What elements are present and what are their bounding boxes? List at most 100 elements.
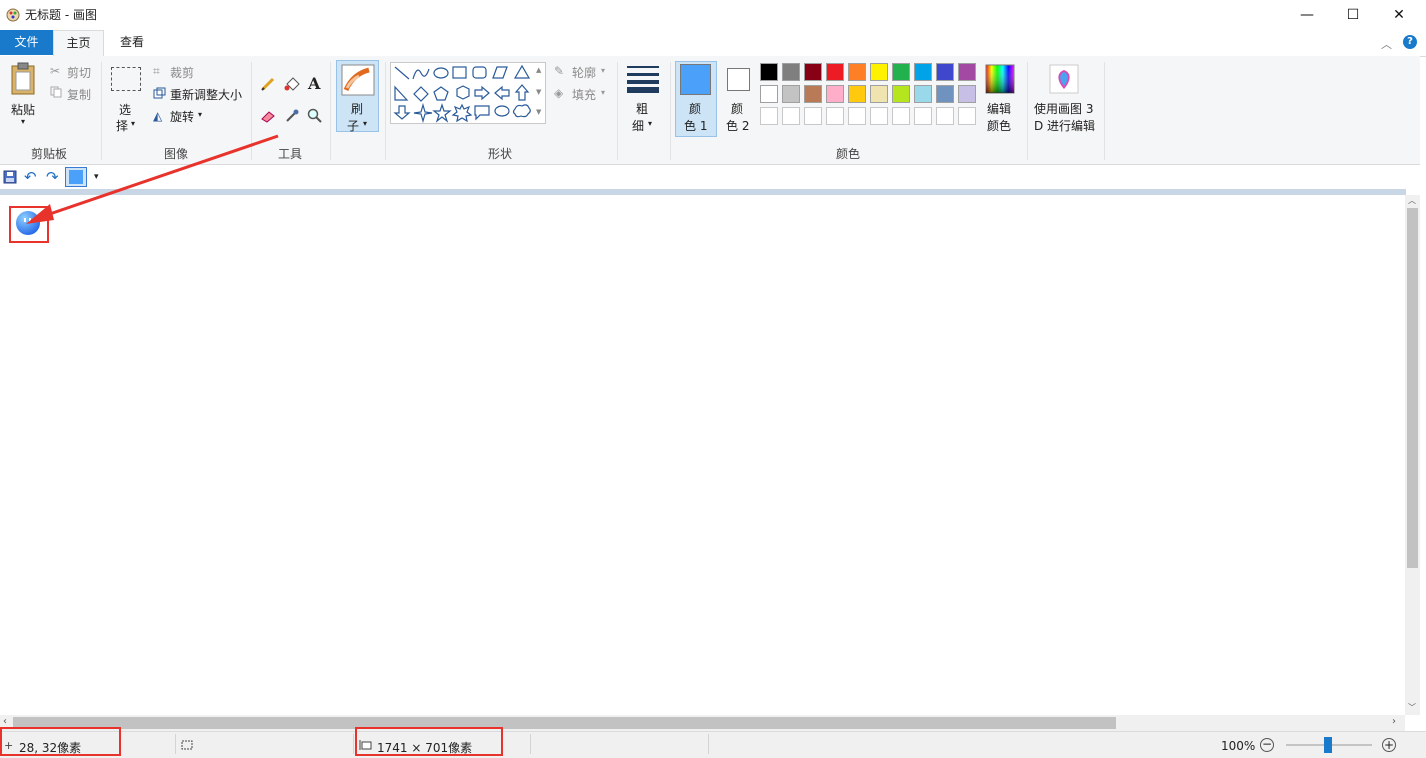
color2-label[interactable]: 颜 bbox=[731, 100, 743, 117]
palette-swatch[interactable] bbox=[848, 85, 866, 103]
paste-dropdown-icon[interactable]: ▾ bbox=[21, 117, 25, 126]
fill-button[interactable]: 填充 bbox=[572, 86, 596, 103]
color2-swatch[interactable] bbox=[727, 68, 750, 91]
palette-custom-slot[interactable] bbox=[804, 107, 822, 125]
outline-button[interactable]: 轮廓 bbox=[572, 64, 596, 81]
palette-custom-slot[interactable] bbox=[958, 107, 976, 125]
palette-swatch[interactable] bbox=[870, 63, 888, 81]
copy-button[interactable]: 复制 bbox=[67, 86, 91, 103]
scroll-up-icon[interactable]: ︿ bbox=[1408, 195, 1416, 206]
palette-custom-slot[interactable] bbox=[760, 107, 778, 125]
paint3d-button[interactable]: 使用画图 3 bbox=[1034, 100, 1093, 117]
palette-swatch[interactable] bbox=[892, 85, 910, 103]
size-dropdown-icon[interactable]: ▾ bbox=[648, 119, 652, 128]
edit-colors-button-line2[interactable]: 颜色 bbox=[987, 117, 1011, 134]
scroll-left-icon[interactable]: ‹ bbox=[3, 716, 7, 727]
palette-swatch[interactable] bbox=[936, 63, 954, 81]
horizontal-scroll-thumb[interactable] bbox=[13, 717, 1116, 729]
palette-swatch[interactable] bbox=[914, 85, 932, 103]
color1-label: 颜 bbox=[689, 102, 702, 116]
paste-icon[interactable] bbox=[8, 62, 40, 98]
paste-button[interactable]: 粘贴 bbox=[11, 101, 35, 118]
shapes-expand-icon[interactable]: ▼ bbox=[536, 108, 541, 116]
cut-button[interactable]: 剪切 bbox=[67, 64, 91, 81]
save-icon[interactable] bbox=[3, 170, 17, 184]
resize-icon bbox=[153, 87, 166, 99]
palette-swatch[interactable] bbox=[782, 85, 800, 103]
palette-swatch[interactable] bbox=[826, 63, 844, 81]
palette-swatch[interactable] bbox=[870, 85, 888, 103]
select-button[interactable]: 选 bbox=[119, 101, 131, 118]
magnifier-icon[interactable] bbox=[307, 108, 323, 124]
status-divider bbox=[353, 734, 354, 754]
outline-dropdown-icon[interactable]: ▾ bbox=[601, 66, 605, 75]
crop-button[interactable]: 裁剪 bbox=[170, 64, 194, 81]
minimize-button[interactable]: — bbox=[1284, 0, 1330, 30]
zoom-in-button[interactable]: + bbox=[1382, 738, 1396, 752]
text-tool-icon[interactable]: A bbox=[308, 74, 320, 93]
collapse-ribbon-icon[interactable]: ︿ bbox=[1381, 36, 1392, 52]
edit-colors-icon[interactable] bbox=[985, 64, 1015, 94]
drawing-canvas[interactable] bbox=[2, 195, 1404, 715]
line-size-icon[interactable] bbox=[626, 64, 660, 94]
colors-group-label: 颜色 bbox=[835, 147, 860, 161]
tab-view[interactable]: 查看 bbox=[108, 30, 156, 55]
tab-home[interactable]: 主页 bbox=[53, 30, 104, 56]
palette-swatch[interactable] bbox=[936, 85, 954, 103]
palette-swatch[interactable] bbox=[958, 85, 976, 103]
palette-swatch[interactable] bbox=[958, 63, 976, 81]
palette-swatch[interactable] bbox=[804, 85, 822, 103]
brush-label-line2: 子 bbox=[347, 119, 360, 133]
group-divider bbox=[385, 62, 386, 160]
palette-custom-slot[interactable] bbox=[826, 107, 844, 125]
edit-colors-button[interactable]: 编辑 bbox=[987, 100, 1011, 117]
close-button[interactable]: ✕ bbox=[1376, 0, 1422, 30]
palette-swatch[interactable] bbox=[914, 63, 932, 81]
zoom-slider-thumb[interactable] bbox=[1324, 737, 1332, 753]
tab-file[interactable]: 文件 bbox=[0, 30, 53, 55]
scroll-down-icon[interactable]: ﹀ bbox=[1408, 702, 1416, 713]
shapes-gallery[interactable] bbox=[390, 62, 546, 124]
palette-swatch[interactable] bbox=[892, 63, 910, 81]
palette-swatch[interactable] bbox=[760, 85, 778, 103]
vertical-scroll-thumb[interactable] bbox=[1407, 208, 1418, 568]
scroll-right-icon[interactable]: › bbox=[1392, 716, 1396, 727]
eraser-icon[interactable] bbox=[260, 109, 276, 123]
palette-swatch[interactable] bbox=[782, 63, 800, 81]
color1-swatch bbox=[680, 64, 711, 95]
color2-label-line2[interactable]: 色 2 bbox=[726, 117, 749, 134]
color-picker-icon[interactable] bbox=[284, 108, 300, 124]
palette-custom-slot[interactable] bbox=[848, 107, 866, 125]
fill-bucket-icon[interactable] bbox=[283, 76, 301, 92]
paint3d-button-line2[interactable]: D 进行编辑 bbox=[1034, 117, 1095, 134]
size-button[interactable]: 粗 bbox=[636, 100, 648, 117]
group-divider bbox=[670, 62, 671, 160]
shapes-scroll-down-icon[interactable]: ▼ bbox=[536, 88, 541, 96]
rotate-button[interactable]: 旋转 bbox=[170, 108, 194, 125]
palette-custom-slot[interactable] bbox=[870, 107, 888, 125]
status-bar bbox=[0, 731, 1426, 758]
brush-dropdown-icon[interactable]: ▾ bbox=[363, 119, 367, 128]
palette-custom-slot[interactable] bbox=[914, 107, 932, 125]
palette-custom-slot[interactable] bbox=[892, 107, 910, 125]
palette-swatch[interactable] bbox=[760, 63, 778, 81]
select-icon[interactable] bbox=[111, 67, 141, 91]
palette-swatch[interactable] bbox=[826, 85, 844, 103]
palette-custom-slot[interactable] bbox=[936, 107, 954, 125]
palette-custom-slot[interactable] bbox=[782, 107, 800, 125]
palette-swatch[interactable] bbox=[804, 63, 822, 81]
pencil-icon[interactable] bbox=[260, 76, 276, 92]
color1-label-line2: 色 1 bbox=[684, 119, 708, 133]
help-icon[interactable]: ? bbox=[1403, 35, 1417, 49]
palette-swatch[interactable] bbox=[848, 63, 866, 81]
size-button-line2[interactable]: 细 bbox=[632, 117, 644, 134]
zoom-out-button[interactable]: − bbox=[1260, 738, 1274, 752]
rotate-dropdown-icon[interactable]: ▾ bbox=[198, 110, 202, 119]
shapes-scroll-up-icon[interactable]: ▲ bbox=[536, 66, 541, 74]
fill-dropdown-icon[interactable]: ▾ bbox=[601, 88, 605, 97]
select-dropdown-icon[interactable]: ▾ bbox=[131, 119, 135, 128]
zoom-level: 100% bbox=[1221, 739, 1256, 753]
resize-button[interactable]: 重新调整大小 bbox=[170, 86, 242, 103]
paint3d-icon[interactable] bbox=[1049, 64, 1079, 94]
maximize-button[interactable]: ☐ bbox=[1330, 0, 1376, 30]
